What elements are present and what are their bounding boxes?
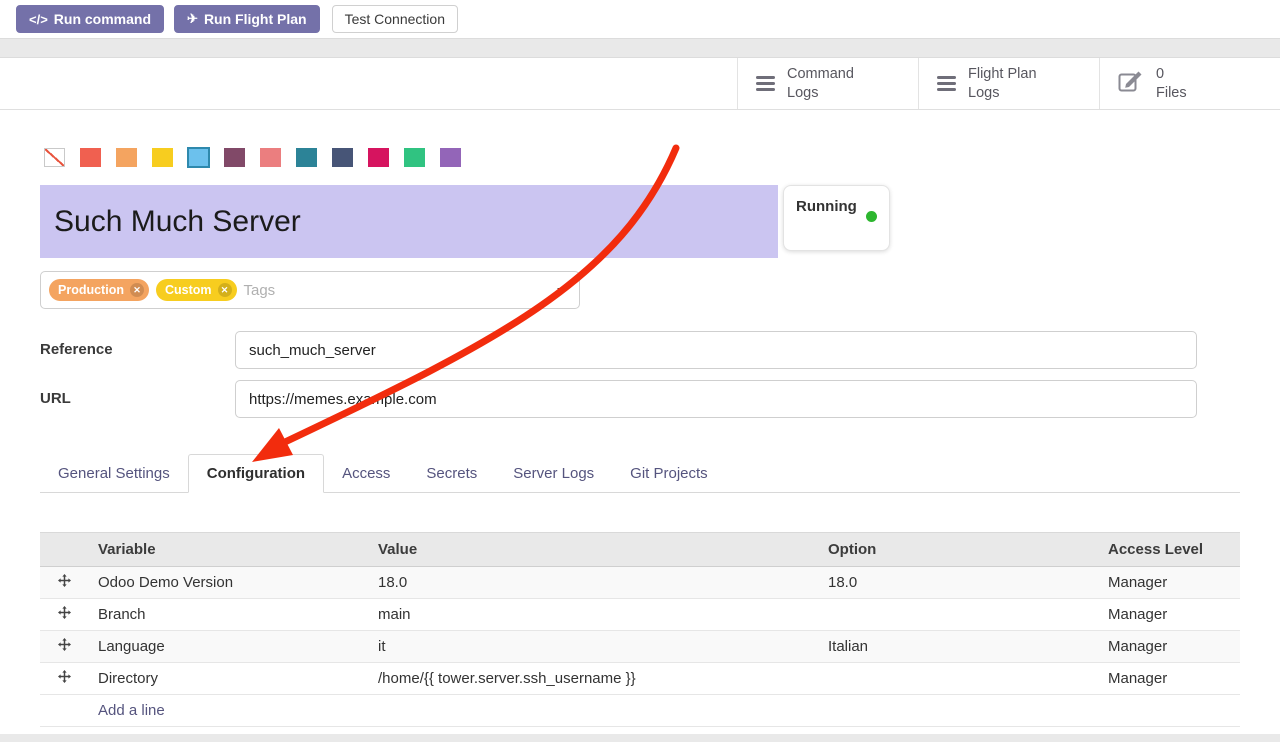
page-bottom-strip: [0, 734, 1280, 742]
chevron-down-icon[interactable]: [557, 288, 567, 293]
edit-icon: [1118, 69, 1144, 98]
top-toolbar: </> Run command ✈ Run Flight Plan Test C…: [0, 0, 1280, 38]
cell-value[interactable]: it: [368, 631, 818, 663]
cell-value[interactable]: /home/{{ tower.server.ssh_username }}: [368, 663, 818, 695]
tags-placeholder: Tags: [244, 282, 276, 299]
reference-label: Reference: [40, 331, 235, 358]
cell-access-level[interactable]: Manager: [1098, 567, 1240, 599]
tag-remove-icon[interactable]: ✕: [130, 283, 144, 297]
handle-column-header: [40, 533, 88, 567]
cell-access-level[interactable]: Manager: [1098, 631, 1240, 663]
files-count: 0: [1156, 66, 1164, 82]
drag-handle-icon[interactable]: [58, 638, 71, 655]
server-name-input[interactable]: Such Much Server: [40, 185, 778, 258]
tab-bar: General Settings Configuration Access Se…: [40, 454, 1240, 493]
url-row: URL https://memes.example.com: [40, 380, 1240, 418]
color-swatch[interactable]: [116, 148, 137, 167]
command-logs-label-line1: Command: [787, 66, 854, 82]
color-swatch[interactable]: [404, 148, 425, 167]
flight-plan-logs-label-line2: Logs: [968, 85, 999, 101]
column-header-access-level: Access Level: [1098, 533, 1240, 567]
code-icon: </>: [29, 12, 48, 27]
reference-row: Reference such_much_server: [40, 331, 1240, 369]
cell-value[interactable]: main: [368, 599, 818, 631]
cell-option[interactable]: Italian: [818, 631, 1098, 663]
column-header-variable: Variable: [88, 533, 368, 567]
color-swatch[interactable]: [224, 148, 245, 167]
title-row: Such Much Server Running: [40, 185, 1240, 258]
tag-pill: Custom ✕: [156, 279, 237, 301]
files-button[interactable]: 0 Files: [1099, 58, 1280, 109]
color-swatch[interactable]: [332, 148, 353, 167]
tag-pill: Production ✕: [49, 279, 149, 301]
flight-plan-logs-label-line1: Flight Plan: [968, 66, 1037, 82]
url-input[interactable]: https://memes.example.com: [235, 380, 1197, 418]
no-color-swatch[interactable]: [44, 148, 65, 167]
cell-variable[interactable]: Directory: [88, 663, 368, 695]
status-card: Running: [783, 185, 890, 251]
run-flight-plan-button[interactable]: ✈ Run Flight Plan: [174, 5, 320, 33]
run-command-button[interactable]: </> Run command: [16, 5, 164, 33]
color-palette: [40, 148, 1240, 167]
tab-access[interactable]: Access: [324, 455, 408, 492]
run-flight-plan-label: Run Flight Plan: [204, 11, 307, 27]
color-swatch[interactable]: [260, 148, 281, 167]
status-dot: [866, 211, 877, 222]
cell-option[interactable]: [818, 599, 1098, 631]
cell-value[interactable]: 18.0: [368, 567, 818, 599]
url-label: URL: [40, 380, 235, 407]
configuration-table: Variable Value Option Access Level Odoo …: [40, 532, 1240, 727]
color-swatch[interactable]: [152, 148, 173, 167]
test-connection-label: Test Connection: [345, 11, 445, 27]
reference-input[interactable]: such_much_server: [235, 331, 1197, 369]
column-header-value: Value: [368, 533, 818, 567]
tab-secrets[interactable]: Secrets: [408, 455, 495, 492]
menu-icon: [937, 76, 956, 91]
table-row: Branch main Manager: [40, 599, 1240, 631]
drag-handle-icon[interactable]: [58, 574, 71, 591]
drag-handle-icon[interactable]: [58, 606, 71, 623]
cell-option[interactable]: [818, 663, 1098, 695]
tag-label: Production: [58, 283, 124, 297]
menu-icon: [756, 76, 775, 91]
form-sheet: Such Much Server Running Production ✕ Cu…: [0, 148, 1280, 727]
table-header-row: Variable Value Option Access Level: [40, 533, 1240, 567]
add-a-line-link[interactable]: Add a line: [98, 702, 165, 719]
files-label: Files: [1156, 85, 1187, 101]
table-row: Language it Italian Manager: [40, 631, 1240, 663]
tags-input[interactable]: Production ✕ Custom ✕ Tags: [40, 271, 580, 309]
tab-server-logs[interactable]: Server Logs: [495, 455, 612, 492]
color-swatch[interactable]: [440, 148, 461, 167]
smart-buttons-band: Command Logs Flight Plan Logs 0 Files: [0, 58, 1280, 110]
flight-plan-logs-button[interactable]: Flight Plan Logs: [918, 58, 1099, 109]
column-header-option: Option: [818, 533, 1098, 567]
status-label: Running: [796, 197, 860, 217]
tag-label: Custom: [165, 283, 212, 297]
tab-git-projects[interactable]: Git Projects: [612, 455, 726, 492]
run-command-label: Run command: [54, 11, 151, 27]
table-row: Odoo Demo Version 18.0 18.0 Manager: [40, 567, 1240, 599]
form-fields: Reference such_much_server URL https://m…: [40, 331, 1240, 418]
page-divider: [0, 38, 1280, 58]
color-swatch[interactable]: [187, 147, 210, 168]
table-row: Directory /home/{{ tower.server.ssh_user…: [40, 663, 1240, 695]
tab-general-settings[interactable]: General Settings: [40, 455, 188, 492]
command-logs-button[interactable]: Command Logs: [737, 58, 918, 109]
cell-variable[interactable]: Odoo Demo Version: [88, 567, 368, 599]
drag-handle-icon[interactable]: [58, 670, 71, 687]
tab-configuration[interactable]: Configuration: [188, 454, 324, 493]
test-connection-button[interactable]: Test Connection: [332, 5, 458, 33]
command-logs-label-line2: Logs: [787, 85, 818, 101]
color-swatch[interactable]: [80, 148, 101, 167]
cell-option[interactable]: 18.0: [818, 567, 1098, 599]
cell-variable[interactable]: Language: [88, 631, 368, 663]
cell-access-level[interactable]: Manager: [1098, 599, 1240, 631]
cell-access-level[interactable]: Manager: [1098, 663, 1240, 695]
add-line-row: Add a line: [40, 695, 1240, 727]
color-swatch[interactable]: [296, 148, 317, 167]
tag-remove-icon[interactable]: ✕: [218, 283, 232, 297]
cell-variable[interactable]: Branch: [88, 599, 368, 631]
plane-icon: ✈: [187, 11, 198, 27]
color-swatch[interactable]: [368, 148, 389, 167]
